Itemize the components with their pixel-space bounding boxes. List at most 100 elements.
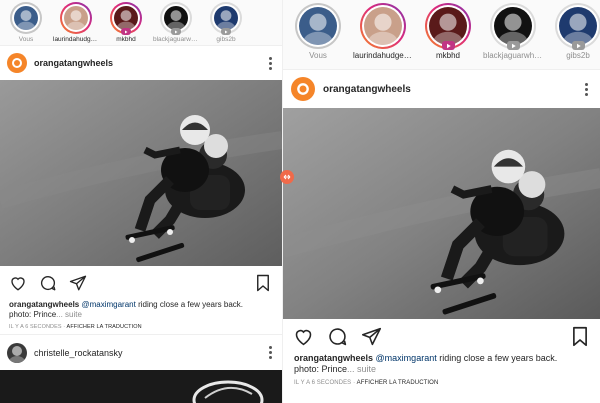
post-photo[interactable] <box>0 80 282 266</box>
person-avatar-icon <box>216 10 236 30</box>
next-post-header: christelle_rockatansky <box>0 334 282 370</box>
send-icon[interactable] <box>69 274 87 292</box>
more-dots-icon[interactable] <box>269 56 272 71</box>
next-post-username[interactable]: christelle_rockatansky <box>34 348 269 358</box>
post-actions <box>283 319 600 353</box>
person-avatar-icon <box>432 13 464 45</box>
video-badge-icon <box>221 28 231 35</box>
send-icon[interactable] <box>361 326 382 347</box>
story-ring <box>60 2 92 34</box>
igtv-badge-icon <box>442 41 455 50</box>
person-avatar-icon <box>166 10 186 30</box>
post-caption: orangatangwheels @maximgarant riding clo… <box>0 300 282 320</box>
story-item[interactable]: laurindahudgens_ <box>53 0 99 43</box>
person-avatar-icon <box>497 13 529 45</box>
caption-more-link[interactable]: ... suite <box>56 310 82 319</box>
story-ring-inner <box>62 4 90 32</box>
post-time: IL Y A 6 SECONDES <box>9 324 62 330</box>
orangatang-logo-icon <box>297 83 309 95</box>
story-ring <box>555 3 600 50</box>
video-badge-icon <box>171 28 181 35</box>
story-label: Vous <box>18 36 34 43</box>
screen: Vouslaurindahudgens_mkbhdblackjaguarwhit… <box>0 0 600 403</box>
post-header: orangatangwheels <box>0 46 282 80</box>
story-item[interactable]: Vous <box>6 0 46 43</box>
story-ring <box>160 2 192 35</box>
caption-mention[interactable]: @maximgarant <box>81 300 135 309</box>
story-avatar <box>64 6 88 30</box>
next-post-avatar[interactable] <box>7 342 27 363</box>
caption-more-link[interactable]: ... suite <box>347 364 376 374</box>
story-ring-inner <box>362 5 404 47</box>
story-item[interactable]: gibs2b <box>551 0 600 60</box>
longboard-riders-photo <box>283 108 600 319</box>
story-item[interactable]: blackjaguarwhite... <box>483 0 543 60</box>
person-avatar-icon <box>9 345 25 363</box>
more-dots-icon[interactable] <box>585 82 588 97</box>
caption-username[interactable]: orangatangwheels <box>294 353 373 363</box>
story-avatar <box>429 7 467 45</box>
next-post-photo[interactable] <box>0 370 282 403</box>
story-ring <box>295 3 341 49</box>
stories-tray[interactable]: Vous laurindahudgens_ mkbhd blackjaguarwhit… <box>283 0 600 70</box>
bookmark-icon[interactable] <box>256 274 270 292</box>
story-item[interactable]: mkbhd <box>106 0 146 43</box>
story-avatar <box>364 7 402 45</box>
post-username[interactable]: orangatangwheels <box>323 84 585 95</box>
story-label: mkbhd <box>435 51 460 60</box>
person-avatar-icon <box>66 10 86 30</box>
story-item[interactable]: mkbhd <box>421 0 475 60</box>
story-label: gibs2b <box>566 51 590 60</box>
comment-icon[interactable] <box>327 326 348 347</box>
story-label: blackjaguarwhite... <box>153 36 199 43</box>
story-item[interactable]: gibs2b <box>206 0 246 43</box>
post-time: IL Y A 6 SECONDES <box>294 379 352 386</box>
feed-left: Vous laurindahudgens_ mkbhd blackjaguarwhit… <box>0 0 282 403</box>
story-ring <box>10 2 42 34</box>
caption-mention[interactable]: @maximgarant <box>376 353 437 363</box>
bookmark-icon[interactable] <box>572 326 588 347</box>
story-ring <box>360 3 406 49</box>
orangatang-logo-icon <box>12 58 22 68</box>
post-avatar[interactable] <box>7 53 27 73</box>
igtv-badge-icon <box>121 28 131 35</box>
story-ring-inner <box>12 4 40 32</box>
story-avatar <box>14 6 38 30</box>
post-header: orangatangwheels <box>283 70 600 108</box>
story-item[interactable]: Vous <box>291 0 345 60</box>
story-item[interactable]: blackjaguarwhite... <box>153 0 199 43</box>
story-ring <box>110 2 142 35</box>
comment-icon[interactable] <box>39 274 57 292</box>
story-avatar <box>299 7 337 45</box>
story-avatar <box>559 7 597 45</box>
story-label: Vous <box>309 51 327 60</box>
drag-handle-icon[interactable] <box>280 170 294 184</box>
story-ring <box>425 3 471 50</box>
caption-text: riding close a few years back. <box>436 353 558 363</box>
stories-tray[interactable]: Vous laurindahudgens_ mkbhd blackjaguarwhit… <box>0 0 282 46</box>
person-avatar-icon <box>562 13 594 45</box>
longboard-riders-photo <box>0 80 282 266</box>
feed-right: Vous laurindahudgens_ mkbhd blackjaguarwhit… <box>282 0 600 403</box>
translate-link[interactable]: AFFICHER LA TRADUCTION <box>357 380 439 386</box>
post-username[interactable]: orangatangwheels <box>34 58 269 68</box>
story-avatar <box>494 7 532 45</box>
post-avatar[interactable] <box>291 77 315 101</box>
next-post-image <box>192 380 264 403</box>
story-label: mkbhd <box>116 36 136 43</box>
story-avatar <box>214 6 238 30</box>
story-label: blackjaguarwhite... <box>483 51 543 60</box>
post-actions <box>0 266 282 300</box>
story-label: gibs2b <box>216 36 236 43</box>
story-item[interactable]: laurindahudgens_ <box>353 0 413 60</box>
caption-username[interactable]: orangatangwheels <box>9 300 79 309</box>
more-dots-icon[interactable] <box>269 345 272 360</box>
caption-line2: photo: Prince <box>294 364 348 375</box>
post-photo[interactable] <box>283 108 600 319</box>
translate-link[interactable]: AFFICHER LA TRADUCTION <box>67 324 142 330</box>
heart-icon[interactable] <box>293 326 314 347</box>
story-label: laurindahudgens_ <box>353 51 413 60</box>
person-avatar-icon <box>16 10 36 30</box>
video-badge-icon <box>572 41 585 50</box>
heart-icon[interactable] <box>9 274 27 292</box>
